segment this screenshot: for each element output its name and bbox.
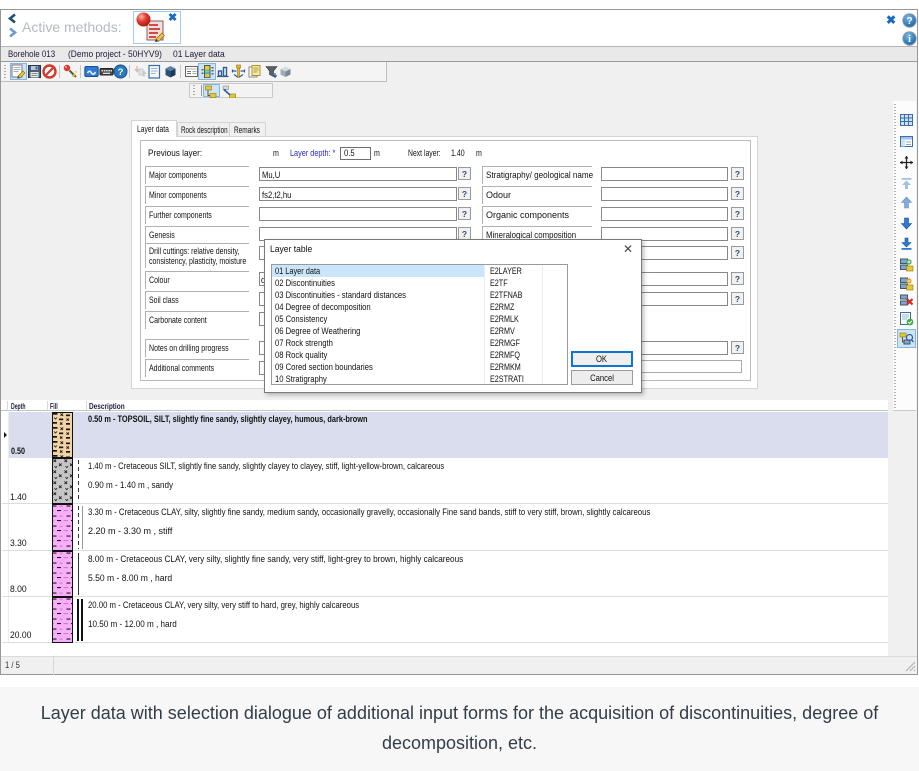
svg-text:?: ?	[906, 16, 912, 27]
svg-text:?: ?	[118, 67, 124, 78]
svg-text:i: i	[908, 34, 911, 45]
